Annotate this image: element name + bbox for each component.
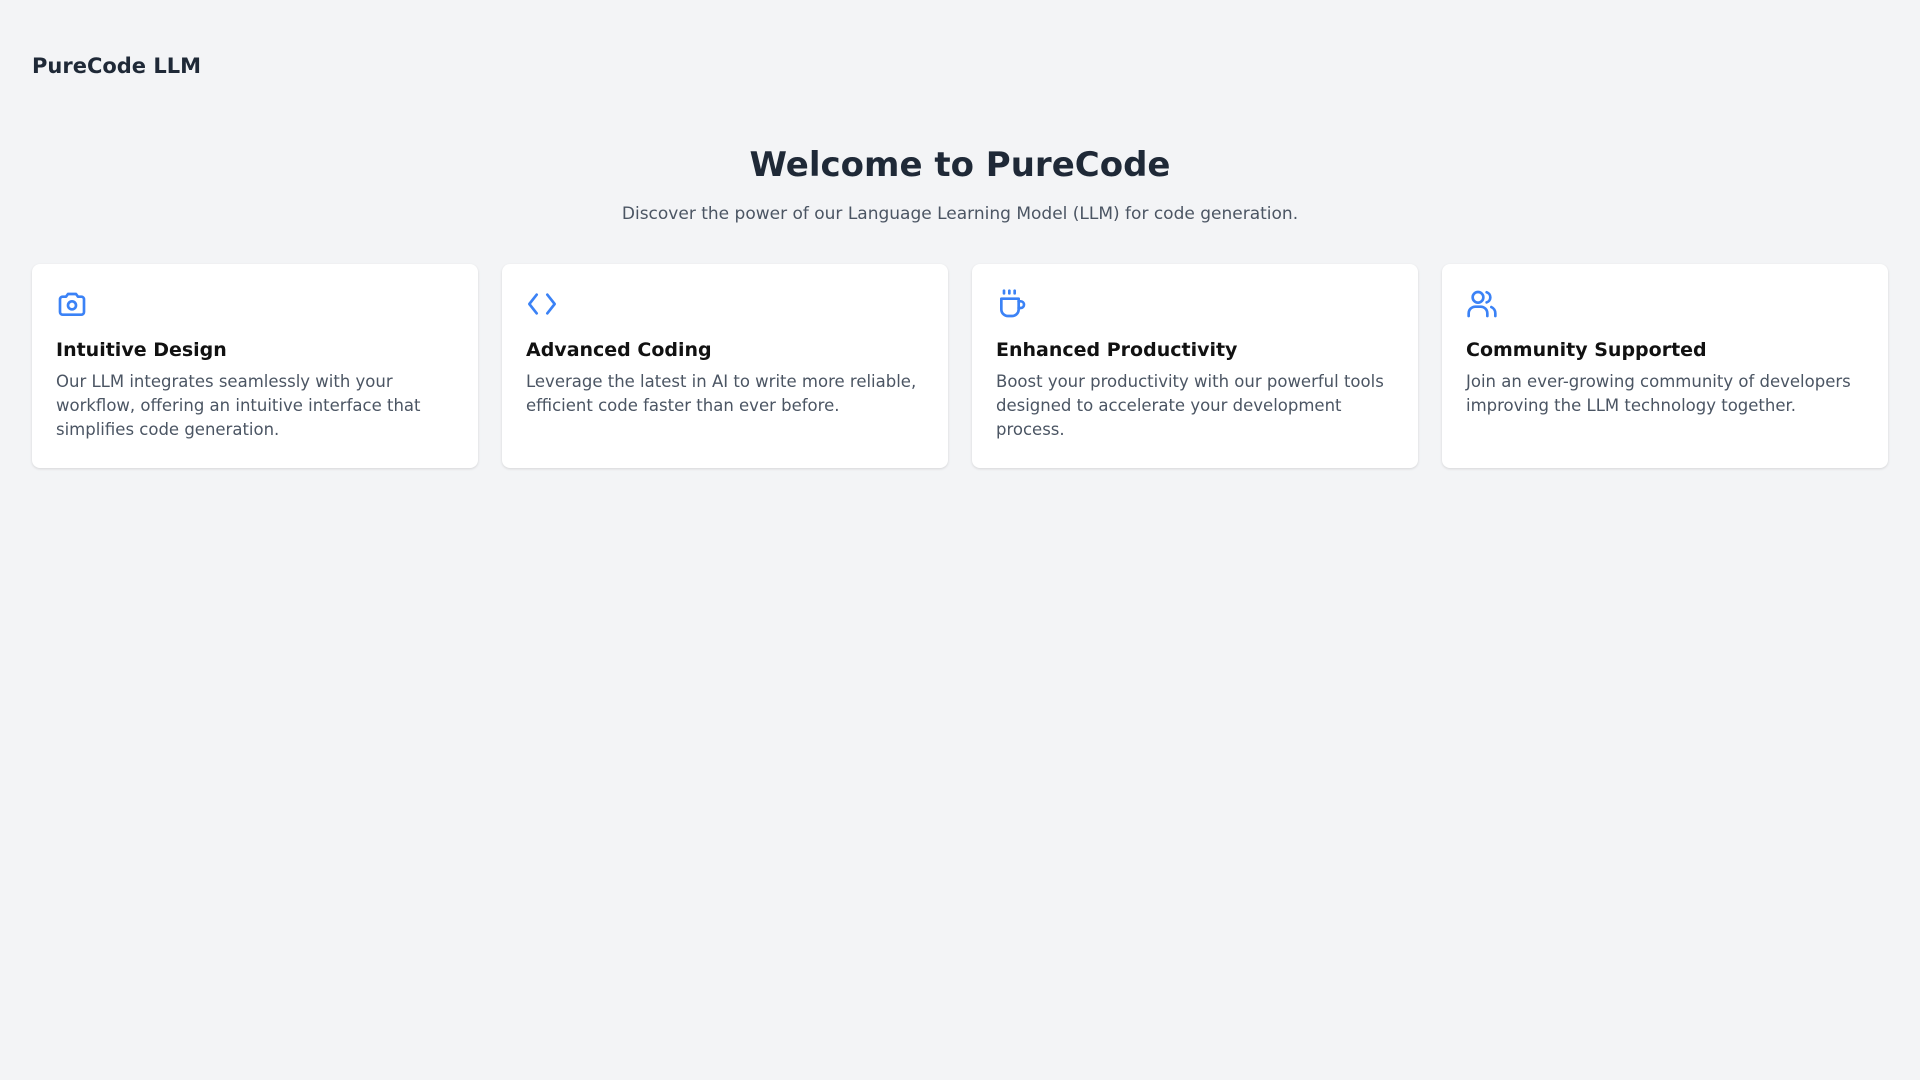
- coffee-icon: [996, 288, 1028, 320]
- feature-card-intuitive-design: Intuitive Design Our LLM integrates seam…: [32, 264, 478, 468]
- page-title: Welcome to PureCode: [749, 145, 1171, 185]
- feature-card-advanced-coding: Advanced Coding Leverage the latest in A…: [502, 264, 948, 468]
- feature-title: Advanced Coding: [526, 339, 712, 361]
- feature-description: Boost your productivity with our powerfu…: [996, 372, 1384, 439]
- feature-description: Our LLM integrates seamlessly with your …: [56, 372, 421, 439]
- brand-logo-text[interactable]: PureCode LLM: [32, 56, 201, 77]
- hero-section: Welcome to PureCode Discover the power o…: [0, 144, 1920, 226]
- feature-title: Community Supported: [1466, 339, 1707, 361]
- users-icon: [1466, 288, 1498, 320]
- feature-title: Enhanced Productivity: [996, 339, 1238, 361]
- camera-icon: [56, 288, 88, 320]
- feature-description: Leverage the latest in AI to write more …: [526, 372, 917, 415]
- feature-description: Join an ever-growing community of develo…: [1466, 372, 1851, 415]
- feature-cards: Intuitive Design Our LLM integrates seam…: [32, 264, 1888, 468]
- feature-title: Intuitive Design: [56, 339, 227, 361]
- code-icon: [526, 288, 558, 320]
- page-subtitle: Discover the power of our Language Learn…: [621, 204, 1299, 224]
- feature-card-enhanced-productivity: Enhanced Productivity Boost your product…: [972, 264, 1418, 468]
- feature-card-community-supported: Community Supported Join an ever-growing…: [1442, 264, 1888, 468]
